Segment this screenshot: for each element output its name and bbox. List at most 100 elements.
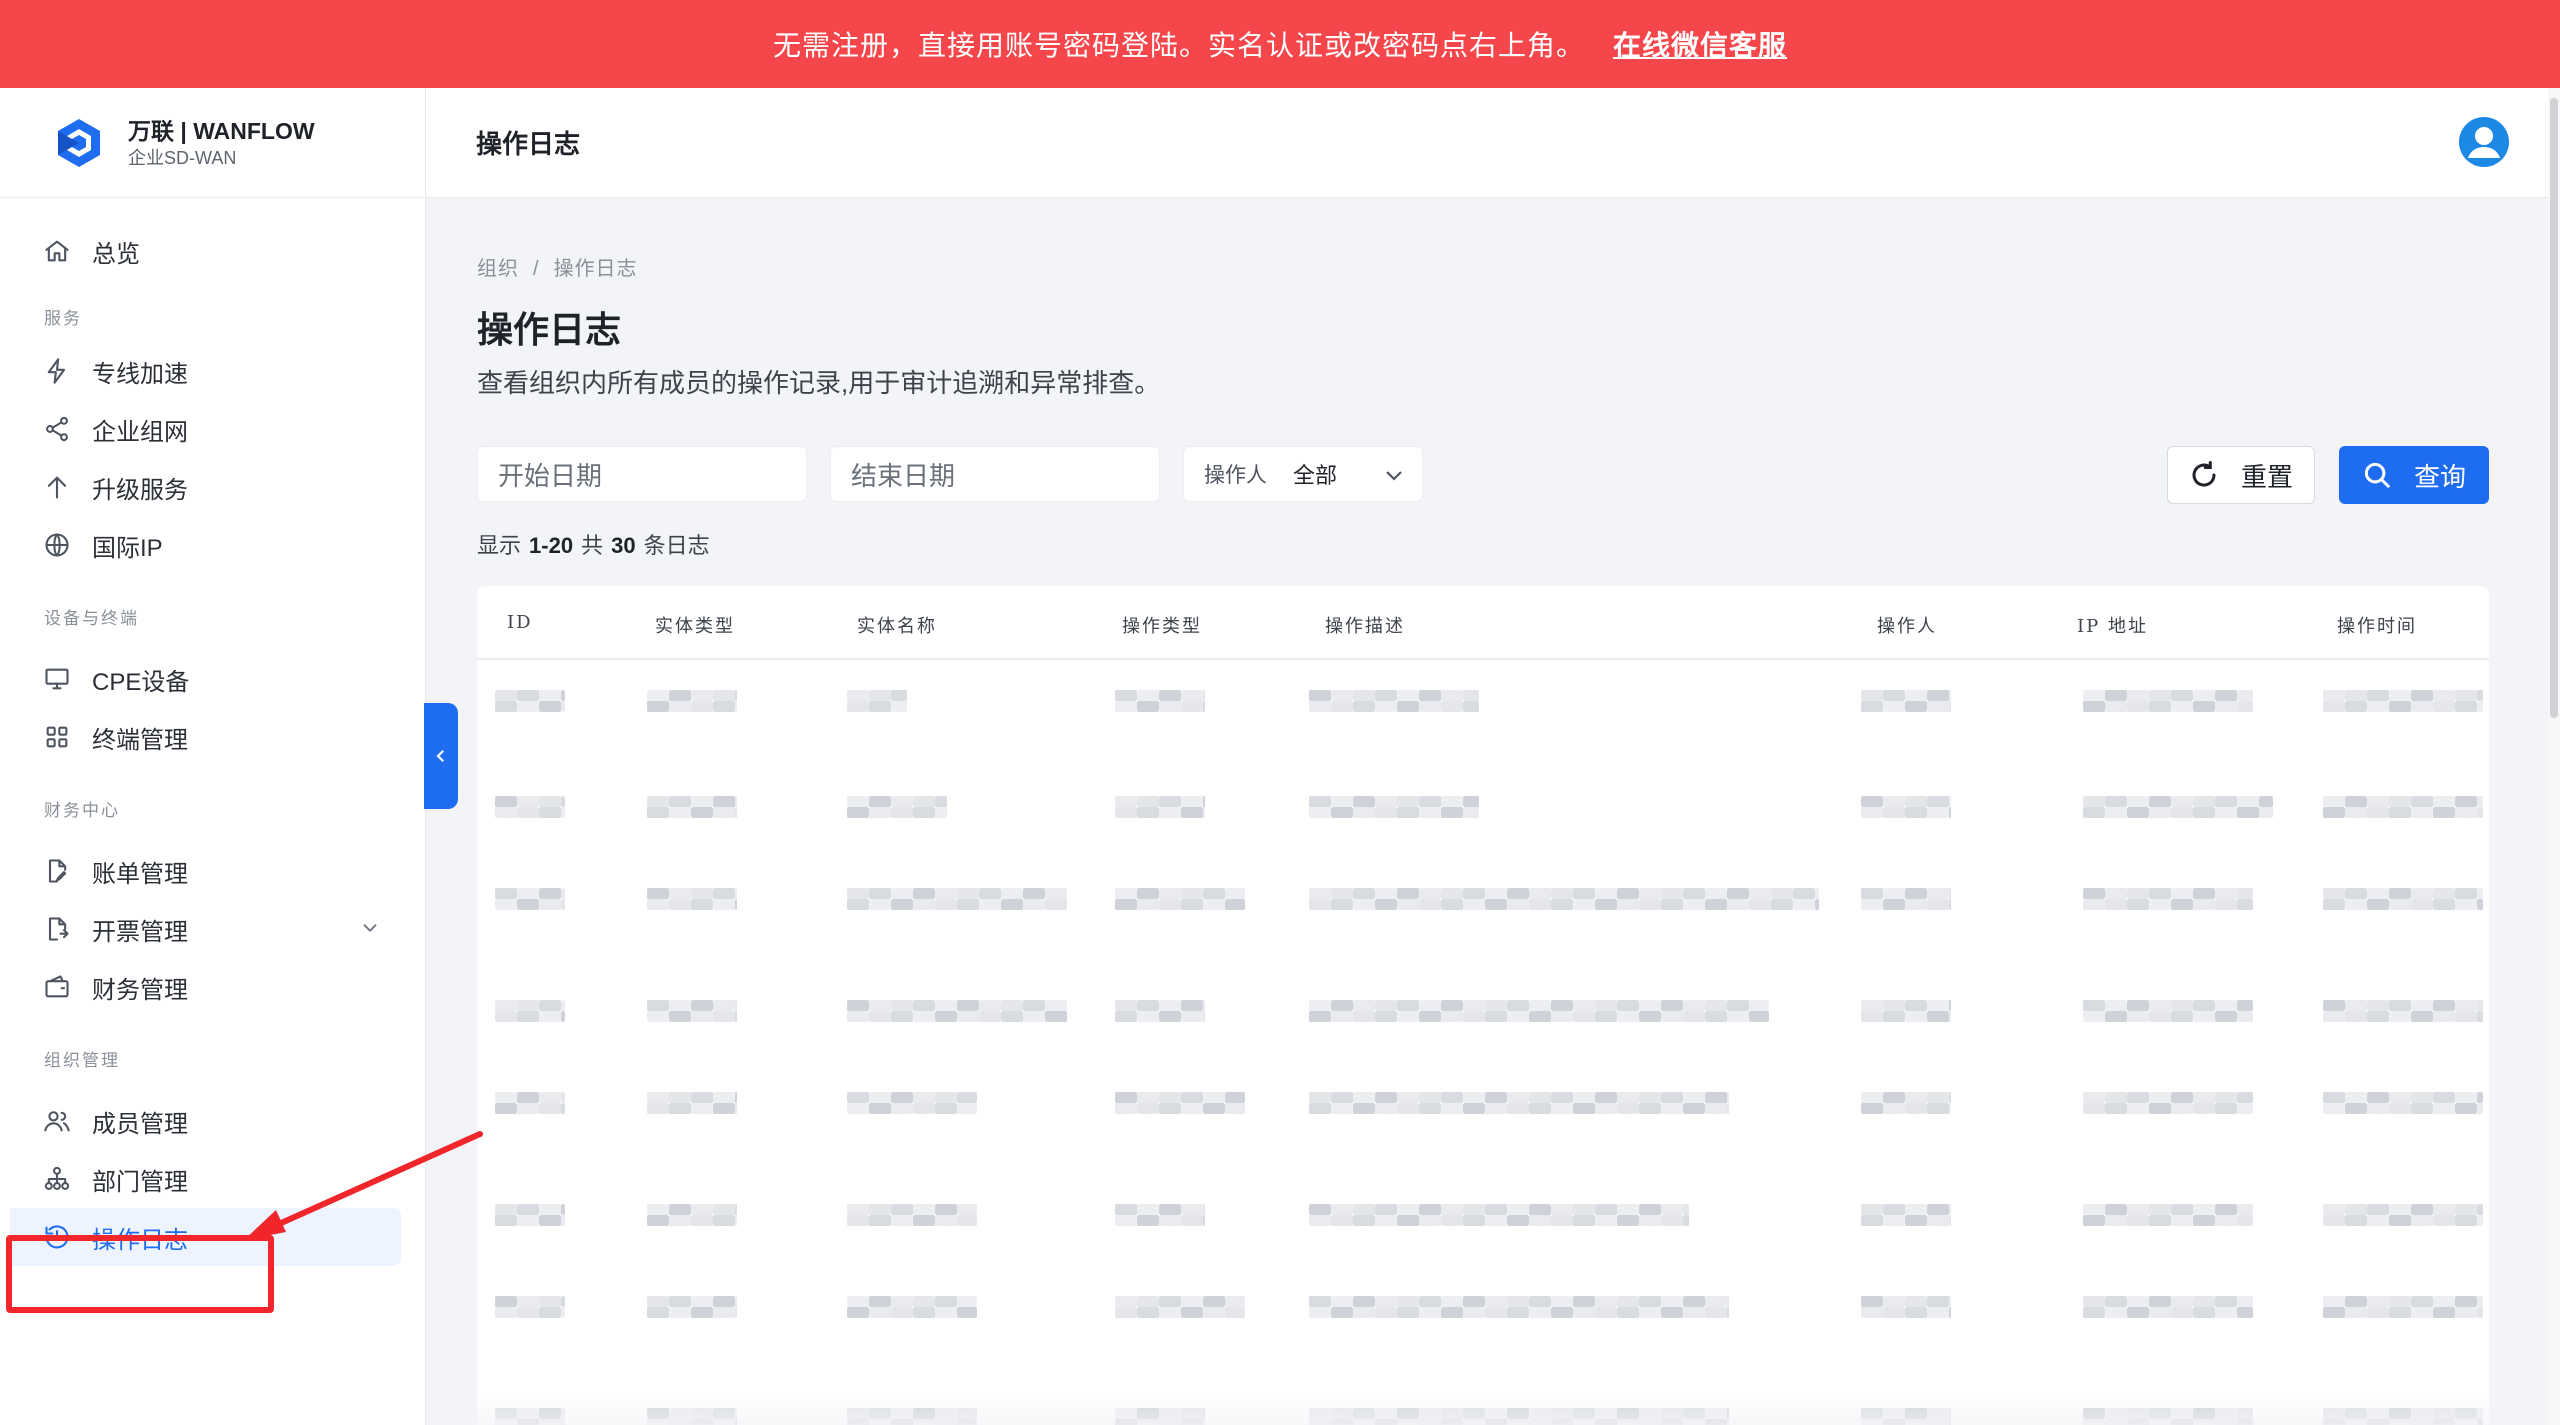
query-button[interactable]: 查询 <box>2339 446 2489 504</box>
sidebar-item-network[interactable]: 企业组网 <box>0 400 401 458</box>
sidebar-item-terminal[interactable]: 终端管理 <box>0 708 401 766</box>
arrow-up-icon <box>42 472 72 502</box>
scrollbar-thumb[interactable] <box>2550 98 2558 718</box>
redacted-cell <box>1309 1092 1729 1114</box>
sidebar-item-bill[interactable]: 账单管理 <box>0 842 401 900</box>
redacted-cell <box>1309 1000 1769 1022</box>
brand-name: 万联 | WANFLOW <box>128 117 315 144</box>
table-row[interactable] <box>477 960 2489 1062</box>
nav-group-org: 组织管理 <box>44 1051 120 1070</box>
redacted-cell <box>1861 1092 1951 1114</box>
redacted-cell <box>847 690 907 712</box>
table-row[interactable] <box>477 1062 2489 1164</box>
chevron-left-icon <box>436 749 445 763</box>
redacted-cell <box>647 1204 737 1226</box>
start-date-placeholder: 开始日期 <box>498 460 603 491</box>
operator-select[interactable]: 操作人 全部 <box>1183 446 1423 502</box>
breadcrumb-separator: / <box>533 258 540 280</box>
redacted-cell <box>1115 796 1205 818</box>
breadcrumb-org[interactable]: 组织 <box>477 258 519 280</box>
table-row[interactable] <box>477 756 2489 858</box>
redacted-cell <box>647 796 737 818</box>
redacted-cell <box>1115 690 1205 712</box>
nav-group-device: 设备与终端 <box>44 609 139 628</box>
table-row[interactable] <box>477 858 2489 960</box>
end-date-input[interactable]: 结束日期 <box>830 446 1160 502</box>
sidebar-item-finance[interactable]: 财务管理 <box>0 958 401 1016</box>
redacted-cell <box>1309 796 1479 818</box>
redacted-cell <box>495 1296 565 1318</box>
operator-value: 全部 <box>1293 463 1338 488</box>
query-label: 查询 <box>2413 461 2466 492</box>
redacted-cell <box>1861 1296 1951 1318</box>
redacted-cell <box>847 888 1067 910</box>
redacted-cell <box>1861 690 1951 712</box>
sidebar-item-label: 成员管理 <box>92 1110 188 1138</box>
redacted-cell <box>2323 1296 2483 1318</box>
sidebar-item-dedicated[interactable]: 专线加速 <box>0 342 401 400</box>
sidebar-item-label: 国际IP <box>92 534 163 562</box>
reset-button[interactable]: 重置 <box>2167 446 2315 504</box>
sidebar-item-label: 财务管理 <box>92 976 188 1004</box>
annotation-arrow-icon <box>244 1131 483 1240</box>
sidebar-item-upgrade[interactable]: 升级服务 <box>0 458 401 516</box>
sidebar-nav: 总览 服务 专线加速 企业组网 升级服务 国际IP 设备与终端 CPE设备 终端… <box>0 198 425 1266</box>
redacted-cell <box>1861 796 1951 818</box>
sidebar-item-cpe[interactable]: CPE设备 <box>0 650 401 708</box>
redacted-cell <box>2323 796 2483 818</box>
refresh-icon <box>2192 461 2216 487</box>
column-header-entity-name[interactable]: 实体名称 <box>857 612 937 638</box>
redacted-cell <box>647 1000 737 1022</box>
sidebar-item-label: CPE设备 <box>92 668 190 696</box>
table-row[interactable] <box>477 1266 2489 1368</box>
redacted-cell <box>647 888 737 910</box>
redacted-cell <box>2323 888 2483 910</box>
sidebar-item-label: 升级服务 <box>92 476 188 504</box>
redacted-cell <box>2083 796 2273 818</box>
redacted-cell <box>2323 1204 2483 1226</box>
sidebar-item-invoice[interactable]: 开票管理 <box>0 900 401 958</box>
redacted-cell <box>1309 1204 1689 1226</box>
sidebar-item-label: 总览 <box>92 240 140 268</box>
globe-icon <box>42 530 72 560</box>
start-date-input[interactable]: 开始日期 <box>477 446 807 502</box>
redacted-cell <box>2083 1204 2253 1226</box>
page-description: 查看组织内所有成员的操作记录,用于审计追溯和异常排查。 <box>477 368 1161 398</box>
column-header-operator[interactable]: 操作人 <box>1877 612 1937 638</box>
column-header-op-desc[interactable]: 操作描述 <box>1325 612 1405 638</box>
column-header-id[interactable]: ID <box>507 612 533 633</box>
reset-label: 重置 <box>2240 461 2293 492</box>
search-icon <box>2364 462 2390 488</box>
sidebar-item-intl-ip[interactable]: 国际IP <box>0 516 401 574</box>
table-row[interactable] <box>477 660 2489 756</box>
redacted-cell <box>2083 888 2253 910</box>
column-header-op-type[interactable]: 操作类型 <box>1122 612 1202 638</box>
redacted-cell <box>847 1204 977 1226</box>
user-avatar-icon[interactable] <box>2458 116 2510 168</box>
redacted-cell <box>647 1296 737 1318</box>
column-header-ip[interactable]: IP 地址 <box>2077 612 2148 638</box>
chevron-down-icon <box>363 924 377 932</box>
column-header-entity-type[interactable]: 实体类型 <box>655 612 735 638</box>
main-content: 组织 / 操作日志 操作日志 查看组织内所有成员的操作记录,用于审计追溯和异常排查。… <box>477 198 2527 1425</box>
sidebar-item-label: 终端管理 <box>92 726 188 754</box>
page-scrollbar[interactable] <box>2548 88 2560 1425</box>
column-header-time[interactable]: 操作时间 <box>2337 612 2417 638</box>
redacted-cell <box>2083 1000 2253 1022</box>
sidebar-collapse-button[interactable] <box>424 703 458 809</box>
summary-suffix: 条日志 <box>643 533 710 558</box>
redacted-cell <box>495 796 565 818</box>
redacted-cell <box>1115 1296 1245 1318</box>
table-fade <box>477 1396 2489 1425</box>
redacted-cell <box>1115 1204 1205 1226</box>
wechat-support-link[interactable]: 在线微信客服 <box>1613 24 1787 64</box>
users-icon <box>42 1106 72 1136</box>
redacted-cell <box>495 888 565 910</box>
table-row[interactable] <box>477 1164 2489 1266</box>
sidebar-item-overview[interactable]: 总览 <box>0 222 401 280</box>
redacted-cell <box>847 1092 977 1114</box>
sidebar-item-label: 专线加速 <box>92 360 188 388</box>
wanflow-logo-icon <box>58 118 100 167</box>
brand[interactable]: 万联 | WANFLOW 企业SD-WAN <box>0 88 425 198</box>
redacted-cell <box>495 1000 565 1022</box>
